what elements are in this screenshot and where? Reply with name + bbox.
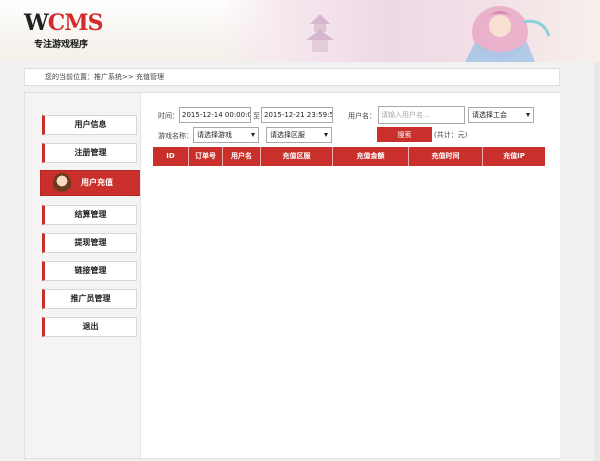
sidebar-item-user-info[interactable]: 用户信息 (42, 115, 137, 135)
chevron-down-icon (251, 133, 255, 137)
sidebar-item-links[interactable]: 链接管理 (42, 261, 137, 281)
column-header: 充值IP (503, 152, 525, 160)
column-header: 充值金额 (333, 147, 409, 166)
scrollbar[interactable] (594, 62, 600, 461)
total-text: (共计：元) (434, 131, 468, 139)
sidebar-item-user-recharge[interactable]: 用户充值 (40, 170, 141, 196)
sidebar-item-settlement[interactable]: 结算管理 (42, 205, 137, 225)
guild-select-value: 请选择工会 (472, 111, 507, 119)
table-header: ID 订单号 用户名 充值区服 充值金额 充值时间 充值IP (153, 147, 545, 166)
character-illustration (465, 6, 551, 62)
search-button[interactable]: 搜索 (377, 127, 432, 142)
logo-letter: W (24, 10, 49, 36)
breadcrumb: 您的当前位置：推广系统>> 充值管理 (24, 68, 560, 86)
game-select-value: 请选择游戏 (197, 131, 232, 139)
game-select[interactable]: 请选择游戏 (193, 127, 259, 143)
content-panel: 时间： 2015-12-14 00:00:00 至 2015-12-21 23:… (140, 93, 560, 458)
main-frame: 用户信息 注册管理 用户充值 结算管理 提现管理 链接管理 推广员管理 退出 时… (24, 92, 560, 459)
username-label: 用户名： (348, 112, 376, 120)
header-banner (215, 0, 600, 62)
avatar-icon (53, 173, 71, 193)
logo: WCMS 专注游戏程序 (24, 10, 114, 50)
header: WCMS 专注游戏程序 (0, 0, 600, 62)
chevron-down-icon (324, 133, 328, 137)
game-label: 游戏名称： (158, 132, 193, 140)
username-input[interactable]: 请输入用户名... (378, 106, 465, 124)
column-header: ID (153, 147, 189, 166)
logo-subtitle: 专注游戏程序 (34, 40, 89, 50)
server-select[interactable]: 请选择区服 (266, 127, 332, 143)
sidebar-item-registration[interactable]: 注册管理 (42, 143, 137, 163)
sidebar-item-label: 用户充值 (81, 178, 113, 187)
end-time-input[interactable]: 2015-12-21 23:59:59 (261, 107, 333, 123)
time-label: 时间： (158, 112, 179, 120)
column-header: 订单号 (189, 147, 223, 166)
pagoda-illustration (306, 14, 334, 52)
to-label: 至 (253, 112, 260, 120)
sidebar-item-promoters[interactable]: 推广员管理 (42, 289, 137, 309)
guild-select[interactable]: 请选择工会 (468, 107, 534, 123)
sidebar-item-withdrawal[interactable]: 提现管理 (42, 233, 137, 253)
sidebar-item-logout[interactable]: 退出 (42, 317, 137, 337)
start-time-input[interactable]: 2015-12-14 00:00:00 (179, 107, 251, 123)
column-header: 充值时间 (409, 147, 483, 166)
column-header: 充值区服 (261, 147, 333, 166)
chevron-down-icon (526, 113, 530, 117)
column-header: 用户名 (223, 147, 261, 166)
logo-mark: WCMS (24, 10, 104, 36)
logo-cms: CMS (47, 10, 104, 36)
breadcrumb-text: 您的当前位置：推广系统>> 充值管理 (45, 73, 164, 81)
server-select-value: 请选择区服 (270, 131, 305, 139)
